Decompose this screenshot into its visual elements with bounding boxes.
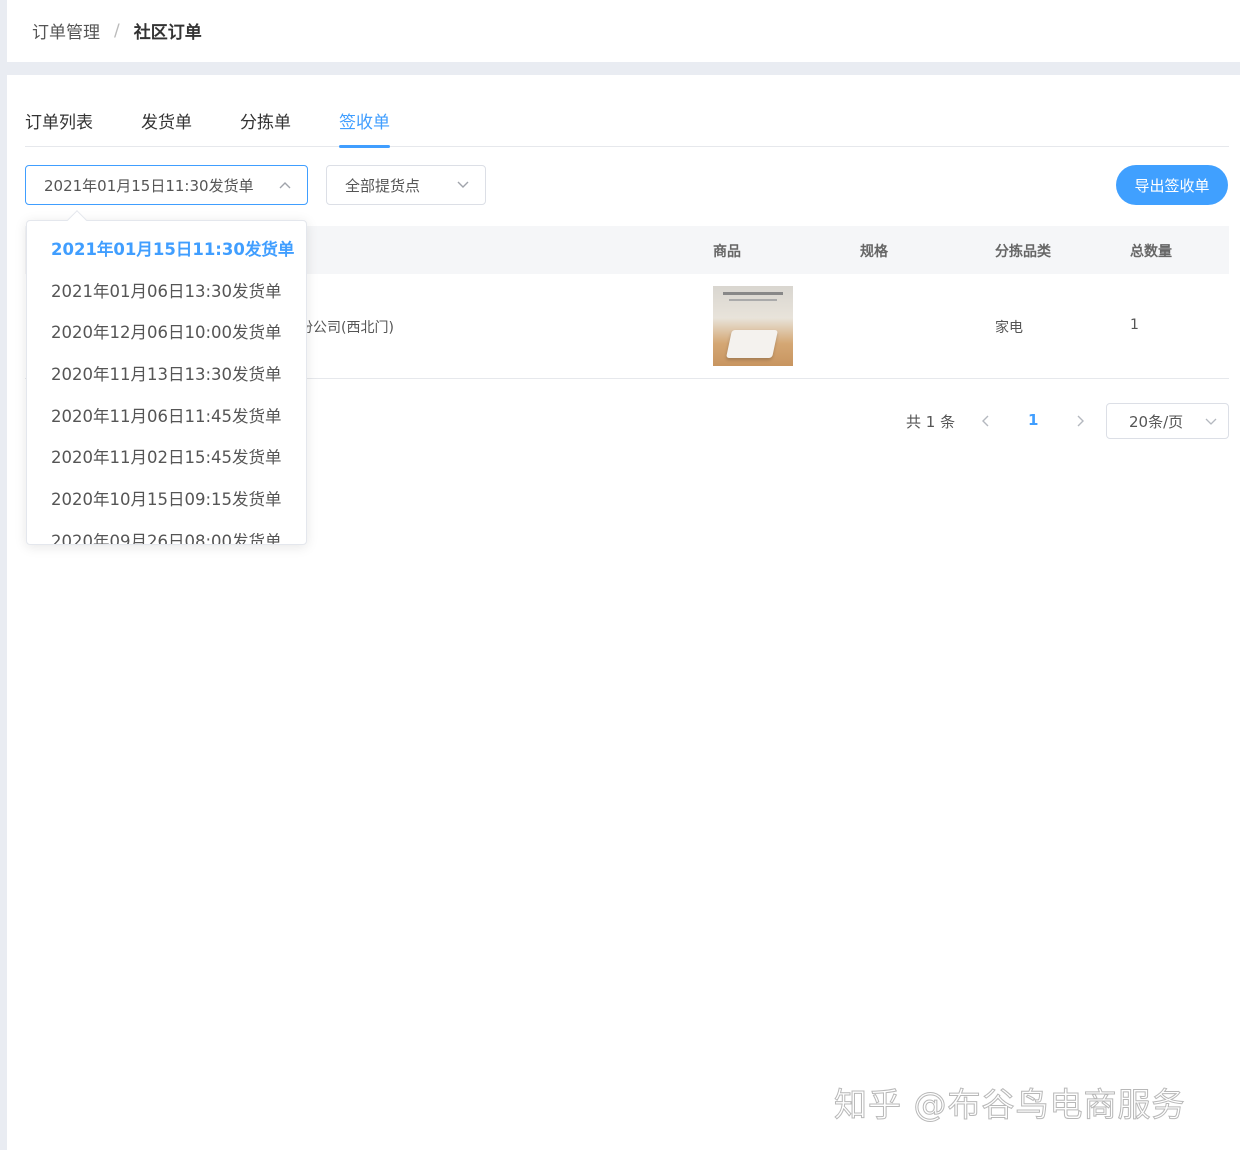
breadcrumb-bar: 订单管理 / 社区订单 (7, 0, 1240, 62)
export-receipt-button[interactable]: 导出签收单 (1116, 165, 1228, 205)
dropdown-option[interactable]: 2021年01月06日13:30发货单 (27, 271, 306, 313)
dropdown-option[interactable]: 2020年11月06日11:45发货单 (27, 396, 306, 438)
batch-dropdown-menu: 2021年01月15日11:30发货单 2021年01月06日13:30发货单 … (26, 220, 307, 545)
page-size-value: 20条/页 (1129, 412, 1184, 431)
quantity-cell: 1 (1130, 317, 1139, 333)
chevron-down-icon (1205, 418, 1217, 425)
dropdown-option[interactable]: 2020年11月13日13:30发货单 (27, 354, 306, 396)
dropdown-option[interactable]: 2020年12月06日10:00发货单 (27, 312, 306, 354)
batch-select[interactable]: 2021年01月15日11:30发货单 (25, 165, 308, 205)
product-image[interactable] (713, 286, 793, 366)
tab-receipt-note[interactable]: 签收单 (339, 109, 390, 148)
category-cell: 家电 (995, 320, 1023, 336)
breadcrumb: 订单管理 / 社区订单 (32, 18, 202, 44)
pickup-point-select[interactable]: 全部提货点 (326, 165, 486, 205)
dropdown-option[interactable]: 2020年10月15日09:15发货单 (27, 479, 306, 521)
pickup-point-select-value: 全部提货点 (345, 176, 421, 195)
breadcrumb-current: 社区订单 (133, 23, 202, 43)
pagination-page-1[interactable]: 1 (1028, 411, 1038, 429)
column-header-product: 商品 (713, 244, 741, 260)
pickup-point-cell: 份公司(西北门) (299, 320, 394, 336)
column-header-total-quantity: 总数量 (1130, 244, 1172, 260)
breadcrumb-parent[interactable]: 订单管理 (32, 18, 100, 43)
batch-select-value: 2021年01月15日11:30发货单 (44, 176, 254, 195)
column-header-sort-category: 分拣品类 (995, 244, 1051, 260)
page-size-select[interactable]: 20条/页 (1106, 403, 1229, 439)
dropdown-option[interactable]: 2021年01月15日11:30发货单 (27, 229, 306, 271)
watermark: 知乎 @布谷鸟电商服务 (834, 1085, 1186, 1125)
chevron-left-icon[interactable] (979, 414, 993, 428)
chevron-right-icon[interactable] (1073, 414, 1087, 428)
breadcrumb-separator: / (114, 20, 120, 41)
column-header-spec: 规格 (860, 244, 888, 260)
chevron-down-icon (457, 181, 469, 188)
dropdown-option[interactable]: 2020年09月26日08:00发货单 (27, 521, 306, 544)
dropdown-option[interactable]: 2020年11月02日15:45发货单 (27, 437, 306, 479)
tab-order-list[interactable]: 订单列表 (25, 109, 93, 147)
tab-bar: 订单列表 发货单 分拣单 签收单 (25, 109, 1229, 148)
tab-delivery-note[interactable]: 发货单 (141, 109, 192, 147)
pagination-total: 共 1 条 (906, 413, 956, 431)
chevron-up-icon (279, 182, 291, 189)
tab-sorting-note[interactable]: 分拣单 (240, 109, 291, 147)
